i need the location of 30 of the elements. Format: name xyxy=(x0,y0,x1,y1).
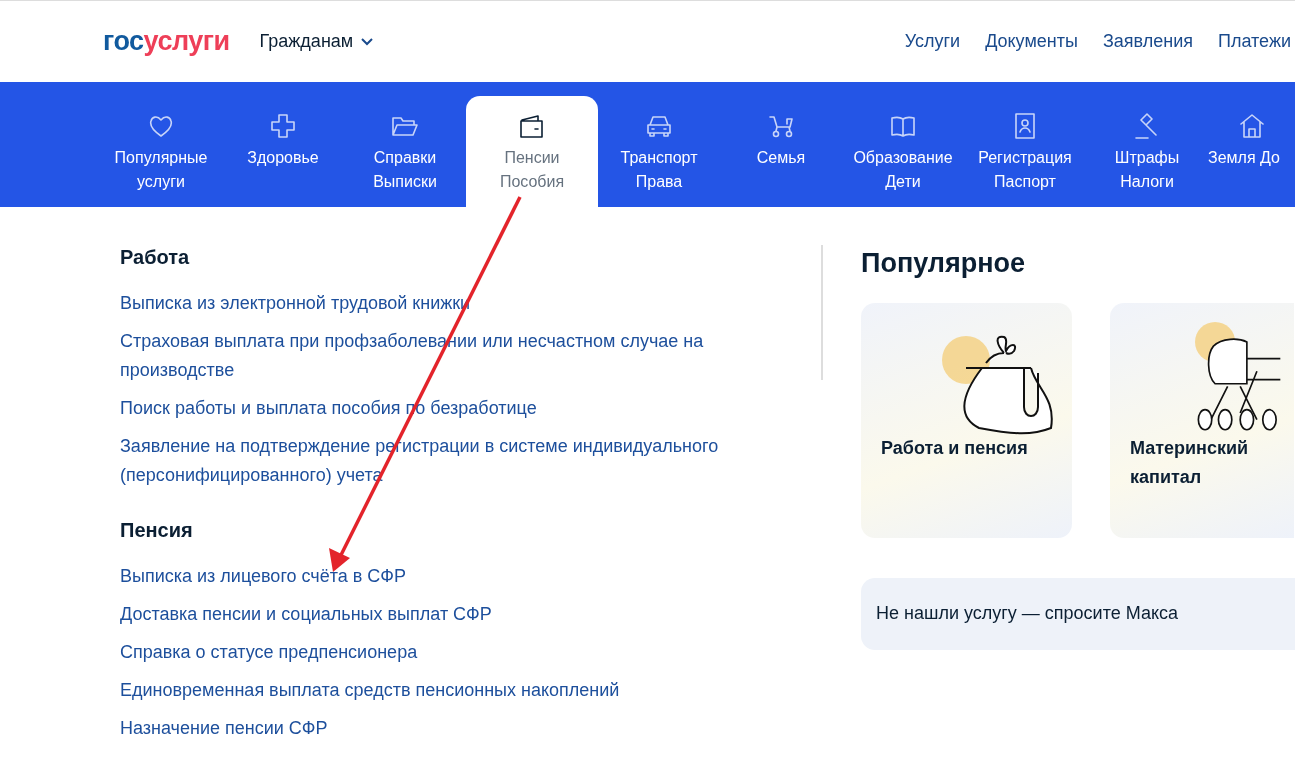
section-heading: Пенсия xyxy=(120,518,194,542)
service-card[interactable]: Материнский капитал xyxy=(1110,303,1294,539)
nav-link[interactable]: Платежи xyxy=(1218,28,1291,55)
nav-link[interactable]: Документы xyxy=(985,28,1078,55)
popular-heading: Популярное xyxy=(861,247,1027,280)
service-link[interactable]: Доставка пенсии и социальных выплат СФР xyxy=(120,600,821,629)
chevron-icon xyxy=(361,37,374,46)
category-tab[interactable]: Семья xyxy=(720,96,842,207)
category-tab[interactable]: Транспорт Права xyxy=(598,96,720,207)
category-tab[interactable]: Здоровье xyxy=(222,96,344,207)
logo[interactable]: госуслуги xyxy=(103,21,230,62)
service-link[interactable]: Единовременная выплата средств пенсионных накоплений xyxy=(120,676,821,705)
category-tab[interactable]: Земля До xyxy=(1208,96,1283,207)
category-tab[interactable]: Регистрация Паспорт xyxy=(964,96,1086,207)
service-link[interactable]: Справка о статусе предпенсионера xyxy=(120,638,821,667)
service-card[interactable]: Работа и пенсия xyxy=(861,303,1072,539)
service-link[interactable]: Назначение пенсии СФР xyxy=(120,714,821,743)
nav-link[interactable]: Услуги xyxy=(904,28,961,55)
card-title: Материнский капитал xyxy=(1130,437,1250,490)
audience-dropdown[interactable]: Гражданам xyxy=(253,27,380,56)
service-link[interactable]: Выписка из лицевого счёта в СФР xyxy=(120,562,821,591)
category-tab[interactable]: Штрафы Налоги xyxy=(1086,96,1208,207)
section-heading: Работа xyxy=(120,245,191,269)
category-tab[interactable]: Пенсии Пособия xyxy=(466,96,598,207)
ask-assistant-banner[interactable]: Не нашли услугу — спросите Макса xyxy=(861,578,1295,651)
card-title: Работа и пенсия xyxy=(881,437,1029,461)
nav-link[interactable]: Заявления xyxy=(1102,28,1193,55)
category-tab[interactable]: Образование Дети xyxy=(842,96,964,207)
category-tab[interactable]: Популярные услуги xyxy=(100,96,222,207)
category-tab[interactable]: Справки Выписки xyxy=(344,96,466,207)
